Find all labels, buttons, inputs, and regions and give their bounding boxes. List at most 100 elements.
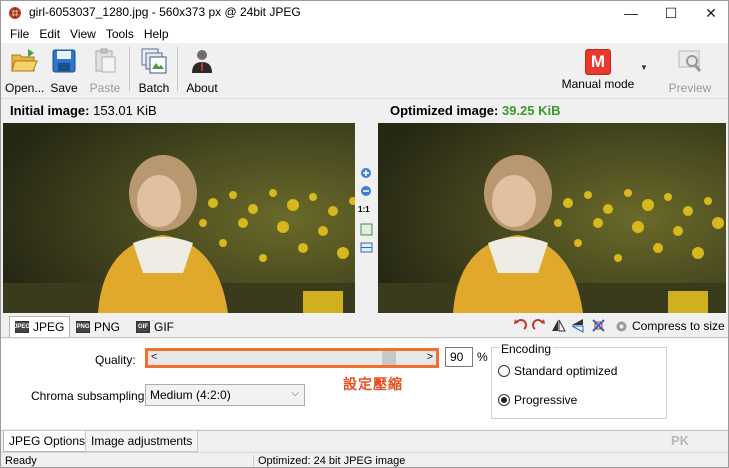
about-button[interactable]: About	[183, 45, 221, 95]
watermark: PK	[671, 433, 690, 448]
quality-slider-thumb[interactable]	[382, 351, 396, 365]
initial-image-label: Initial image:	[10, 103, 90, 118]
status-bar: Ready Optimized: 24 bit JPEG image	[1, 452, 728, 467]
minimize-button[interactable]: —	[611, 1, 651, 25]
tab-gif[interactable]: GIF GIF	[131, 316, 179, 337]
initial-image-header: Initial image: 153.01 KiB	[10, 100, 157, 122]
optimized-image-header: Optimized image: 39.25 KiB	[390, 100, 561, 122]
menu-view[interactable]: View	[65, 25, 101, 43]
optimized-photo	[378, 123, 726, 313]
zoom-in-icon[interactable]	[360, 167, 373, 180]
tab-gif-label: GIF	[154, 319, 174, 334]
radio-standard-optimized[interactable]: Standard optimized	[498, 364, 617, 378]
actual-size-button[interactable]: 1:1	[358, 205, 370, 214]
title-bar: girl-6053037_1280.jpg - 560x373 px @ 24b…	[1, 1, 728, 25]
radio-standard-optimized-label: Standard optimized	[514, 364, 618, 378]
manual-mode-button[interactable]: M Manual mode	[559, 45, 637, 95]
fit-window-icon[interactable]	[360, 223, 373, 236]
view-tools-bar: 1:1	[355, 123, 378, 313]
zoom-out-icon[interactable]	[360, 185, 373, 198]
app-icon	[9, 7, 21, 19]
initial-image-view[interactable]	[3, 123, 383, 313]
save-button[interactable]: Save	[47, 45, 81, 95]
about-label: About	[186, 81, 218, 95]
chroma-subsampling-label: Chroma subsampling:	[31, 389, 148, 403]
maximize-button[interactable]: ☐	[651, 1, 691, 25]
chevron-down-icon: ⌵	[291, 388, 299, 399]
slider-left-arrow-icon[interactable]: <	[151, 351, 157, 363]
tab-png-label: PNG	[94, 319, 121, 334]
chroma-subsampling-select[interactable]: Medium (4:2:0) ⌵	[145, 384, 305, 406]
quality-unit: %	[477, 350, 488, 364]
tab-jpeg-options[interactable]: JPEG Options	[3, 431, 92, 452]
menu-bar: File Edit View Tools Help	[1, 25, 728, 43]
menu-file[interactable]: File	[5, 25, 34, 43]
radio-progressive[interactable]: Progressive	[498, 393, 577, 407]
compress-to-size-label: Compress to size	[632, 319, 725, 333]
magnifier-icon	[678, 50, 702, 72]
open-label: Open...	[5, 81, 45, 95]
menu-tools[interactable]: Tools	[101, 25, 139, 43]
preview-button[interactable]: Preview	[667, 45, 713, 95]
initial-photo	[3, 123, 383, 313]
window-title: girl-6053037_1280.jpg - 560x373 px @ 24b…	[29, 5, 301, 19]
flip-horizontal-icon[interactable]	[551, 318, 566, 333]
paste-button[interactable]: Paste	[88, 45, 122, 95]
preview-label: Preview	[668, 81, 712, 95]
toolbar-separator	[177, 47, 178, 91]
jpeg-file-icon: JPEG	[14, 321, 30, 333]
gear-icon	[616, 321, 627, 331]
tab-png[interactable]: PNG PNG	[71, 316, 125, 337]
gif-file-icon: GIF	[136, 320, 150, 333]
save-label: Save	[50, 81, 78, 95]
folder-open-icon	[11, 49, 38, 72]
split-view-icon[interactable]	[360, 241, 373, 254]
chevron-down-icon[interactable]: ▼	[640, 63, 648, 72]
png-file-icon: PNG	[76, 320, 90, 333]
status-optimized-info: Optimized: 24 bit JPEG image	[253, 455, 405, 467]
batch-icon	[141, 48, 167, 74]
quality-label: Quality:	[95, 353, 136, 367]
batch-label: Batch	[138, 81, 170, 95]
bottom-tab-bar: JPEG Options Image adjustments PK	[1, 430, 728, 452]
toolbar: Open... Save Paste Batch About M Manual …	[1, 43, 728, 99]
manual-mode-icon: M	[585, 49, 611, 75]
toolbar-separator	[129, 47, 130, 91]
person-icon	[192, 50, 212, 73]
application-window: girl-6053037_1280.jpg - 560x373 px @ 24b…	[0, 0, 729, 468]
menu-help[interactable]: Help	[139, 25, 174, 43]
save-icon	[52, 49, 76, 73]
slider-right-arrow-icon[interactable]: >	[427, 351, 433, 363]
optimized-image-size: 39.25 KiB	[501, 103, 561, 118]
format-tab-bar: JPEG JPEG PNG PNG GIF GIF Compress to si…	[1, 314, 728, 338]
chroma-subsampling-value: Medium (4:2:0)	[150, 388, 231, 402]
tab-jpeg[interactable]: JPEG JPEG	[9, 316, 71, 337]
manual-mode-label: Manual mode	[561, 77, 635, 91]
menu-edit[interactable]: Edit	[34, 25, 65, 43]
paste-label: Paste	[89, 81, 121, 95]
status-ready: Ready	[5, 455, 37, 467]
open-button[interactable]: Open...	[5, 45, 45, 95]
compress-to-size-button[interactable]: Compress to size	[615, 317, 725, 335]
annotation-text: 設定壓縮	[343, 376, 403, 392]
rotate-right-icon[interactable]	[531, 318, 546, 333]
batch-button[interactable]: Batch	[136, 45, 172, 95]
rotate-left-icon[interactable]	[513, 318, 528, 333]
quality-input[interactable]	[445, 347, 473, 367]
optimized-image-label: Optimized image:	[390, 103, 499, 118]
optimized-image-view[interactable]	[378, 123, 726, 313]
paste-icon	[95, 48, 116, 73]
quality-slider[interactable]: < >	[145, 348, 439, 368]
tab-image-adjustments[interactable]: Image adjustments	[85, 431, 199, 452]
flip-vertical-icon[interactable]	[570, 318, 585, 333]
crop-icon[interactable]	[591, 318, 606, 333]
encoding-group	[491, 347, 667, 419]
tab-jpeg-label: JPEG	[33, 320, 65, 334]
radio-circle[interactable]	[498, 365, 510, 377]
initial-image-size: 153.01 KiB	[93, 103, 157, 118]
radio-circle-selected[interactable]	[498, 394, 510, 406]
close-button[interactable]: ✕	[691, 1, 728, 25]
radio-progressive-label: Progressive	[514, 393, 578, 407]
encoding-title: Encoding	[499, 342, 554, 356]
jpeg-options-panel: Quality: < > % 設定壓縮 Chroma subsampling: …	[1, 339, 728, 429]
